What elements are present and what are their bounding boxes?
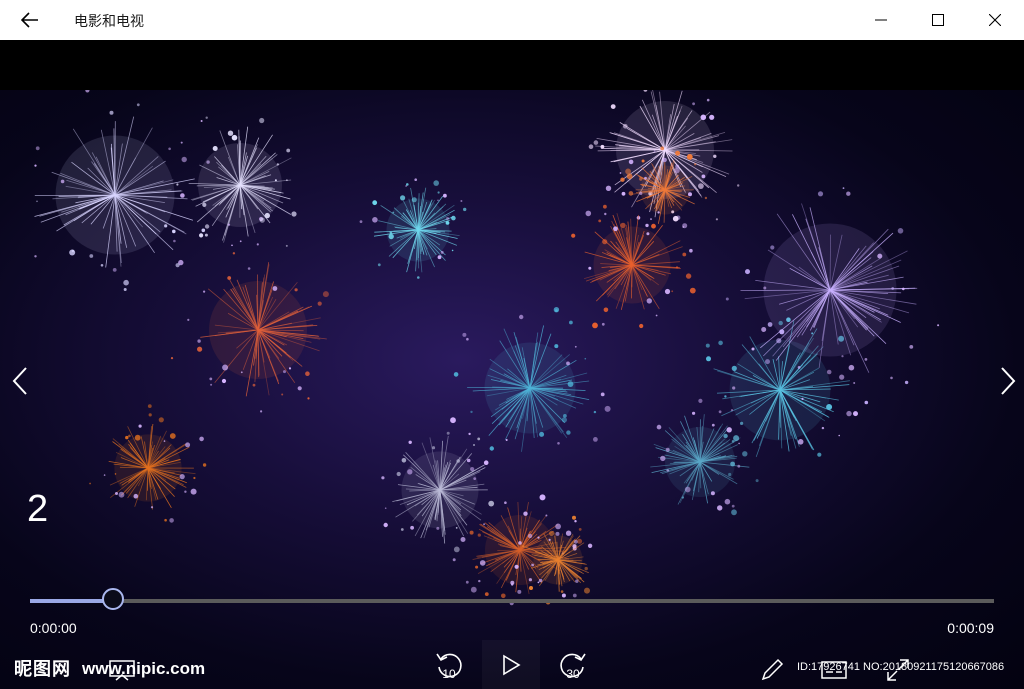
time-elapsed: 0:00:00	[30, 620, 77, 636]
skip-forward-button[interactable]: 30	[544, 640, 602, 689]
firework-burst	[381, 431, 495, 562]
seek-thumb[interactable]	[102, 588, 124, 610]
time-total: 0:00:09	[947, 620, 994, 636]
skip-forward-30-icon: 30	[560, 653, 586, 680]
back-button[interactable]	[14, 6, 46, 34]
chevron-right-icon	[1001, 367, 1016, 395]
watermark-logo: 昵图网	[14, 659, 71, 679]
next-button[interactable]	[992, 366, 1022, 396]
firework-burst	[450, 307, 611, 452]
skip-back-label: 10	[442, 667, 456, 680]
maximize-button[interactable]	[915, 0, 961, 40]
firework-burst	[89, 404, 207, 523]
edit-button[interactable]	[756, 654, 788, 686]
skip-back-button[interactable]: 10	[420, 640, 478, 689]
app-title: 电影和电视	[74, 13, 144, 29]
seek-progress	[30, 599, 113, 603]
skip-back-10-icon: 10	[436, 653, 462, 680]
close-icon	[989, 14, 1001, 26]
firework-burst	[571, 204, 696, 329]
skip-forward-label: 30	[566, 667, 580, 680]
back-arrow-icon	[21, 12, 38, 28]
watermark-site: www.nipic.com	[82, 659, 206, 678]
pen-icon	[761, 658, 784, 681]
firework-burst	[176, 116, 297, 247]
play-button[interactable]	[482, 640, 540, 689]
slide-number: 2	[27, 488, 49, 530]
minimize-icon	[875, 19, 887, 21]
minimize-button[interactable]	[858, 0, 904, 40]
firework-burst	[359, 178, 467, 279]
maximize-icon	[932, 14, 944, 26]
firework-burst	[170, 252, 329, 413]
play-icon	[503, 654, 521, 675]
seek-bar[interactable]	[30, 588, 994, 610]
close-button[interactable]	[972, 0, 1018, 40]
chevron-left-icon	[12, 367, 27, 395]
previous-button[interactable]	[6, 366, 36, 396]
watermark-id: ID:17926741 NO:20180921175120667086	[797, 661, 1005, 673]
title-bar: 电影和电视	[0, 0, 1024, 40]
firework-burst	[34, 90, 210, 291]
